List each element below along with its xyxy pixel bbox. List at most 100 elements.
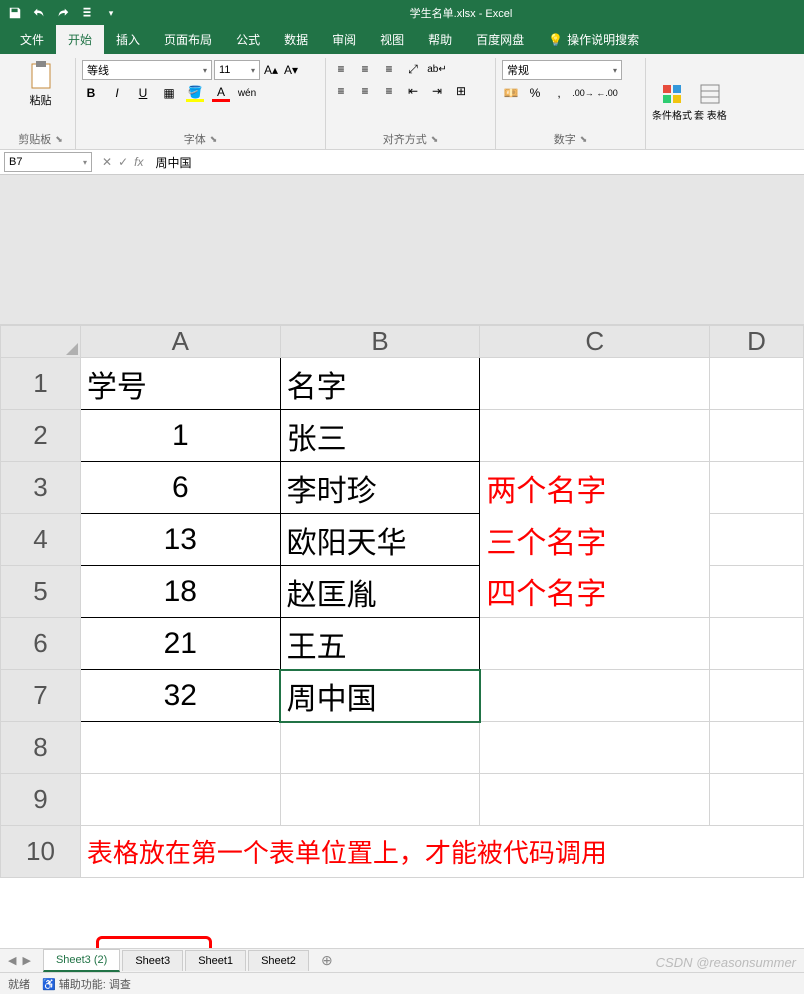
- merge-button[interactable]: ⊞: [452, 82, 470, 100]
- cell-D2[interactable]: [710, 410, 804, 462]
- decrease-font-icon[interactable]: A▾: [282, 61, 300, 79]
- decrease-indent-icon[interactable]: ⇤: [404, 82, 422, 100]
- cell-B8[interactable]: [280, 722, 480, 774]
- annotation-three[interactable]: 三个名字: [480, 514, 710, 566]
- row-header[interactable]: 4: [1, 514, 81, 566]
- cell-B5[interactable]: 赵匡胤: [280, 566, 480, 618]
- clipboard-dialog-icon[interactable]: ⬊: [55, 134, 63, 145]
- tab-help[interactable]: 帮助: [416, 25, 464, 54]
- col-header-B[interactable]: B: [280, 326, 480, 358]
- increase-indent-icon[interactable]: ⇥: [428, 82, 446, 100]
- conditional-format-button[interactable]: 条件格式: [652, 83, 692, 122]
- cell-B1[interactable]: 名字: [280, 358, 480, 410]
- wrap-text-icon[interactable]: ab↵: [428, 60, 446, 78]
- cell-C9[interactable]: [480, 774, 710, 826]
- cell-A3[interactable]: 6: [80, 462, 280, 514]
- touch-icon[interactable]: [76, 2, 98, 24]
- worksheet-grid[interactable]: A B C D 1 学号 名字 2 1 张三 3 6 李时珍 两个名字 4 13…: [0, 325, 804, 878]
- new-sheet-button[interactable]: ⊕: [311, 952, 343, 969]
- cell-A2[interactable]: 1: [80, 410, 280, 462]
- cell-B6[interactable]: 王五: [280, 618, 480, 670]
- number-dialog-icon[interactable]: ⬊: [580, 134, 588, 145]
- cell-B7[interactable]: 周中国: [280, 670, 480, 722]
- row-header[interactable]: 10: [1, 826, 81, 878]
- qat-customize-icon[interactable]: ▾: [100, 2, 122, 24]
- cell-A5[interactable]: 18: [80, 566, 280, 618]
- sheet-tab[interactable]: Sheet3: [122, 950, 183, 971]
- increase-font-icon[interactable]: A▴: [262, 61, 280, 79]
- undo-icon[interactable]: [28, 2, 50, 24]
- cell-D3[interactable]: [710, 462, 804, 514]
- cell-A6[interactable]: 21: [80, 618, 280, 670]
- tab-view[interactable]: 视图: [368, 25, 416, 54]
- cell-D7[interactable]: [710, 670, 804, 722]
- cell-B4[interactable]: 欧阳天华: [280, 514, 480, 566]
- accessibility-status[interactable]: ♿ 辅助功能: 调查: [42, 976, 131, 992]
- tab-formulas[interactable]: 公式: [224, 25, 272, 54]
- formula-input[interactable]: 周中国: [149, 154, 804, 171]
- fx-icon[interactable]: fx: [134, 155, 143, 169]
- align-top-icon[interactable]: ≡: [332, 60, 350, 78]
- tab-layout[interactable]: 页面布局: [152, 25, 224, 54]
- sheet-tab[interactable]: Sheet2: [248, 950, 309, 971]
- name-box[interactable]: B7▾: [4, 152, 92, 172]
- orientation-icon[interactable]: ⤢: [404, 60, 422, 78]
- increase-decimal-icon[interactable]: .00→: [574, 84, 592, 102]
- sheet-tab-active[interactable]: Sheet3 (2): [43, 949, 120, 972]
- annotation-two[interactable]: 两个名字: [480, 462, 710, 514]
- underline-button[interactable]: U: [134, 84, 152, 102]
- row-header[interactable]: 9: [1, 774, 81, 826]
- align-right-icon[interactable]: ≡: [380, 82, 398, 100]
- redo-icon[interactable]: [52, 2, 74, 24]
- format-table-button[interactable]: 套 表格: [694, 83, 727, 122]
- number-format-combo[interactable]: 常规▾: [502, 60, 622, 80]
- sheet-nav-next-icon[interactable]: ▶: [22, 954, 30, 967]
- row-header[interactable]: 5: [1, 566, 81, 618]
- align-dialog-icon[interactable]: ⬊: [431, 134, 439, 145]
- comma-icon[interactable]: ,: [550, 84, 568, 102]
- row-header[interactable]: 1: [1, 358, 81, 410]
- cell-A9[interactable]: [80, 774, 280, 826]
- row-header[interactable]: 3: [1, 462, 81, 514]
- currency-icon[interactable]: 💴: [502, 84, 520, 102]
- col-header-C[interactable]: C: [480, 326, 710, 358]
- percent-icon[interactable]: %: [526, 84, 544, 102]
- align-left-icon[interactable]: ≡: [332, 82, 350, 100]
- decrease-decimal-icon[interactable]: ←.00: [598, 84, 616, 102]
- cell-C2[interactable]: [480, 410, 710, 462]
- annotation-four[interactable]: 四个名字: [480, 566, 710, 618]
- cell-A7[interactable]: 32: [80, 670, 280, 722]
- select-all-corner[interactable]: [1, 326, 81, 358]
- tab-data[interactable]: 数据: [272, 25, 320, 54]
- cell-C1[interactable]: [480, 358, 710, 410]
- font-name-combo[interactable]: 等线▾: [82, 60, 212, 80]
- align-middle-icon[interactable]: ≡: [356, 60, 374, 78]
- cell-C7[interactable]: [480, 670, 710, 722]
- row-header[interactable]: 6: [1, 618, 81, 670]
- row-header[interactable]: 8: [1, 722, 81, 774]
- tab-baidu[interactable]: 百度网盘: [464, 25, 536, 54]
- align-bottom-icon[interactable]: ≡: [380, 60, 398, 78]
- cancel-icon[interactable]: ✕: [102, 155, 112, 169]
- tab-review[interactable]: 审阅: [320, 25, 368, 54]
- enter-icon[interactable]: ✓: [118, 155, 128, 169]
- tab-file[interactable]: 文件: [8, 25, 56, 54]
- cell-B3[interactable]: 李时珍: [280, 462, 480, 514]
- col-header-D[interactable]: D: [710, 326, 804, 358]
- fill-color-button[interactable]: 🪣: [186, 84, 204, 102]
- cell-D5[interactable]: [710, 566, 804, 618]
- cell-D8[interactable]: [710, 722, 804, 774]
- cell-A4[interactable]: 13: [80, 514, 280, 566]
- cell-B9[interactable]: [280, 774, 480, 826]
- phonetic-button[interactable]: wén: [238, 84, 256, 102]
- tab-home[interactable]: 开始: [56, 25, 104, 54]
- cell-A1[interactable]: 学号: [80, 358, 280, 410]
- border-button[interactable]: ▦: [160, 84, 178, 102]
- cell-B2[interactable]: 张三: [280, 410, 480, 462]
- cell-A8[interactable]: [80, 722, 280, 774]
- cell-D9[interactable]: [710, 774, 804, 826]
- tab-insert[interactable]: 插入: [104, 25, 152, 54]
- align-center-icon[interactable]: ≡: [356, 82, 374, 100]
- font-dialog-icon[interactable]: ⬊: [210, 134, 218, 145]
- paste-button[interactable]: 粘贴: [28, 60, 54, 108]
